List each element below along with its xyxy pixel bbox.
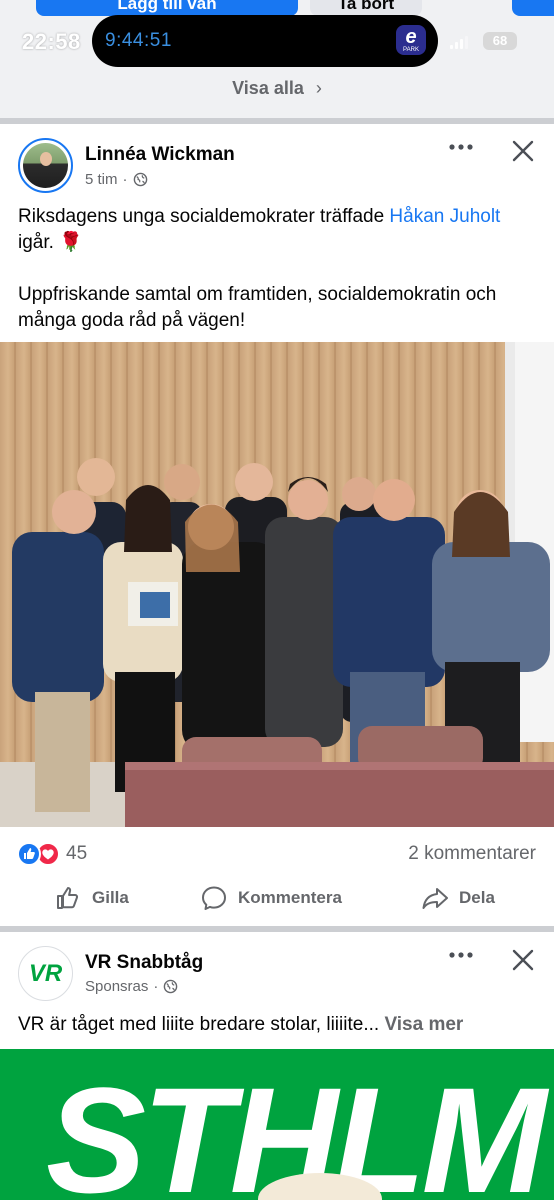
comments-count-link[interactable]: 2 kommentarer (408, 843, 536, 865)
sponsored-meta: Sponsras · (85, 978, 178, 995)
reactions-summary[interactable]: 45 (17, 840, 87, 868)
sponsored-text: VR är tåget med liiite bredare stolar, l… (18, 1014, 548, 1036)
battery-icon: 68 (483, 32, 517, 50)
sponsored-text-body: VR är tåget med liiite bredare stolar, l… (18, 1014, 380, 1035)
post-text-prefix: Riksdagens unga socialdemokrater träffad… (18, 206, 390, 227)
cellular-signal-icon (450, 36, 468, 49)
see-more-link[interactable]: Visa mer (384, 1014, 463, 1035)
share-arrow-icon (422, 888, 448, 909)
comment-bubble-icon (202, 886, 226, 910)
advertiser-avatar[interactable]: VR (18, 946, 73, 1001)
add-friend-button[interactable]: Lägg till vän (36, 0, 298, 16)
author-avatar[interactable] (18, 138, 73, 193)
meta-separator: · (153, 978, 159, 995)
more-options-icon[interactable] (446, 140, 476, 160)
vr-logo: VR (29, 960, 63, 987)
comment-button[interactable]: Kommentera (200, 874, 342, 922)
advertiser-name[interactable]: VR Snabbtåg (85, 952, 203, 974)
status-bar-time: 22:58 (22, 29, 81, 54)
comment-label: Kommentera (238, 888, 342, 907)
battery-level: 68 (492, 33, 508, 48)
post-photo[interactable] (0, 342, 554, 827)
parking-app-logo: e (405, 26, 417, 48)
share-label: Dela (459, 888, 495, 907)
post-text-suffix: igår. 🌹 (18, 232, 83, 253)
suggestion-buttons-row: Lägg till vän Ta bort (0, 0, 554, 16)
share-button[interactable]: Dela (421, 874, 495, 922)
dynamic-island[interactable]: 9:44:51 e PARK (92, 15, 438, 67)
globe-icon (133, 172, 147, 187)
like-button[interactable]: Gilla (54, 874, 129, 922)
post-text-paragraph-1: Riksdagens unga socialdemokrater träffad… (18, 204, 538, 256)
meta-separator: · (122, 171, 128, 188)
chevron-right-icon: › (315, 78, 322, 98)
feed-divider-2 (0, 926, 554, 932)
add-friend-button-next[interactable] (512, 0, 554, 16)
parking-app-icon: e PARK (396, 25, 426, 55)
sponsored-label[interactable]: Sponsras (85, 978, 148, 995)
post-action-bar: Gilla Kommentera Dela (0, 874, 554, 922)
remove-suggestion-button[interactable]: Ta bort (310, 0, 422, 16)
post-meta: 5 tim · (85, 171, 148, 188)
like-reaction-icon (17, 842, 41, 866)
post-text-paragraph-2: Uppfriskande samtal om framtiden, social… (18, 284, 497, 331)
more-options-icon[interactable] (446, 948, 476, 960)
see-all-link[interactable]: Visa alla › (0, 78, 554, 99)
live-activity-timer: 9:44:51 (105, 30, 172, 51)
post-timestamp[interactable]: 5 tim (85, 171, 118, 188)
ad-banner-image[interactable]: STHLM (0, 1049, 554, 1200)
post-author-name[interactable]: Linnéa Wickman (85, 144, 235, 166)
like-label: Gilla (92, 888, 129, 907)
thumbs-up-icon (57, 887, 79, 909)
reaction-count: 45 (66, 843, 88, 864)
globe-icon (164, 979, 178, 994)
post-text: Riksdagens unga socialdemokrater träffad… (18, 204, 538, 334)
friend-suggestions-section: Lägg till vän Ta bort 22:58 9:44:51 e PA… (0, 0, 554, 118)
hide-post-close-icon[interactable] (510, 138, 536, 164)
mention-link[interactable]: Håkan Juholt (389, 206, 500, 227)
see-all-label: Visa alla (232, 78, 304, 98)
hide-ad-close-icon[interactable] (510, 947, 536, 973)
post-header: Linnéa Wickman 5 tim · (0, 124, 554, 202)
parking-app-label: PARK (403, 47, 419, 53)
ad-banner-dog (258, 1173, 382, 1200)
